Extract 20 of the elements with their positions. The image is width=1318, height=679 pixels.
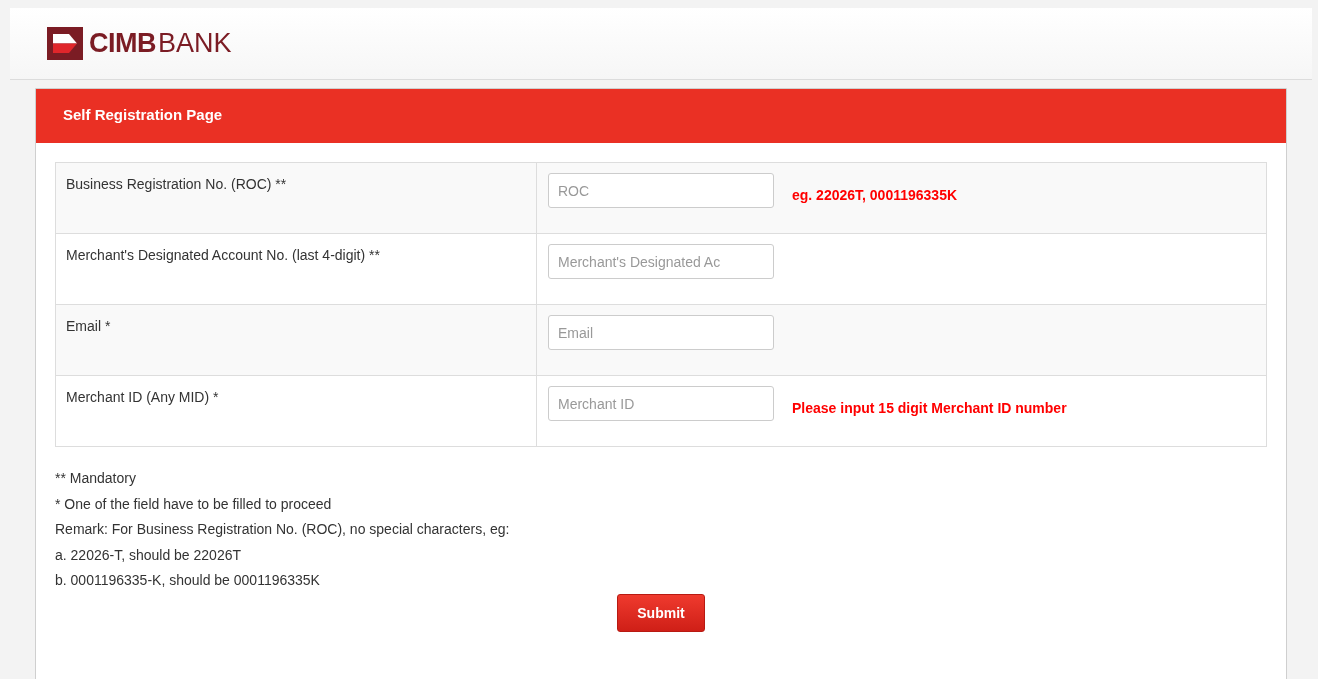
- logo-text: CIMB: [89, 28, 156, 59]
- logo-text: BANK: [158, 28, 232, 59]
- field-label: Email *: [66, 318, 111, 334]
- input-field[interactable]: Merchant ID: [548, 386, 774, 421]
- input-field[interactable]: Email: [548, 315, 774, 350]
- panel-title: Self Registration Page: [36, 89, 1286, 143]
- logo-icon: [47, 27, 83, 60]
- note-text: b. 0001196335-K, should be 0001196335K: [55, 571, 321, 590]
- input-field[interactable]: ROC: [548, 173, 774, 208]
- field-label: Merchant ID (Any MID) *: [66, 389, 219, 405]
- note-text: * One of the field have to be filled to proceed: [55, 494, 333, 514]
- input-field[interactable]: Merchant's Designated Ac: [548, 244, 774, 279]
- hint-text: eg. 22026T, 0001196335K: [792, 187, 958, 203]
- submit-button[interactable]: Submit: [617, 593, 705, 632]
- note-text: a. 22026-T, should be 22026T: [55, 545, 243, 565]
- hint-text: Please input 15 digit Merchant ID number: [792, 400, 1067, 416]
- field-label: Business Registration No. (ROC) **: [66, 176, 287, 192]
- field-label: Merchant's Designated Account No. (last 4-digit) **: [66, 247, 380, 263]
- note-text: Remark: For Business Registration No. (ROC), no special characters, eg:: [55, 520, 511, 539]
- note-text: ** Mandatory: [55, 469, 137, 488]
